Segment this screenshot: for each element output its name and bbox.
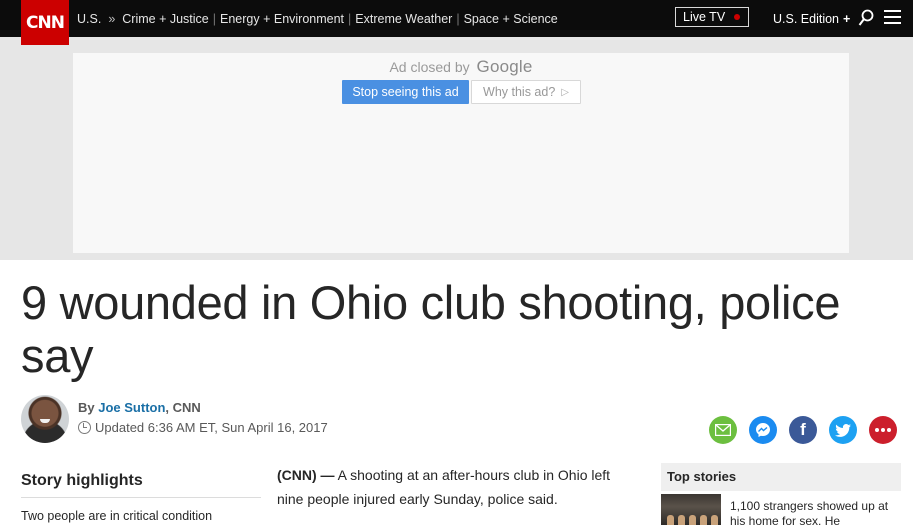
nav-link-energy-environment[interactable]: Energy + Environment: [220, 12, 344, 26]
body-source: (CNN) —: [277, 467, 335, 483]
live-tv-label: Live TV: [683, 10, 726, 24]
nav-link-crime-justice[interactable]: Crime + Justice: [122, 12, 208, 26]
nav-divider: |: [212, 11, 216, 26]
byline-outlet: , CNN: [165, 400, 201, 415]
share-messenger-icon[interactable]: [749, 416, 777, 444]
article-body: (CNN) — A shooting at an after-hours clu…: [277, 463, 637, 511]
top-nav: U.S. » Crime + Justice | Energy + Enviro…: [0, 0, 913, 37]
updated-text: Updated 6:36 AM ET, Sun April 16, 2017: [95, 420, 328, 435]
clock-icon: [78, 421, 91, 434]
updated-timestamp: Updated 6:36 AM ET, Sun April 16, 2017: [78, 420, 328, 435]
ad-closed-notice: Ad closed by Google: [73, 57, 849, 77]
nav-link-us[interactable]: U.S.: [77, 12, 101, 26]
ad-container: Ad closed by Google Stop seeing this ad …: [73, 53, 849, 253]
article-headline: 9 wounded in Ohio club shooting, police …: [21, 276, 841, 382]
search-icon[interactable]: [858, 9, 874, 27]
adchoices-icon: ▷: [561, 86, 569, 98]
why-this-ad-label: Why this ad?: [483, 85, 556, 99]
divider: [21, 497, 261, 498]
byline-prefix: By: [78, 400, 95, 415]
author-link[interactable]: Joe Sutton: [98, 400, 165, 415]
nav-divider: |: [348, 11, 352, 26]
breadcrumb: U.S. » Crime + Justice | Energy + Enviro…: [77, 0, 558, 37]
nav-link-extreme-weather[interactable]: Extreme Weather: [355, 12, 452, 26]
edition-plus: +: [843, 11, 851, 26]
share-email-icon[interactable]: [709, 416, 737, 444]
breadcrumb-arrow: »: [108, 11, 116, 26]
why-this-ad-button[interactable]: Why this ad? ▷: [471, 80, 581, 104]
top-stories-title: Top stories: [661, 463, 901, 491]
ad-closed-text: Ad closed by: [389, 59, 470, 75]
hamburger-menu-icon[interactable]: [884, 10, 901, 24]
ad-band: Ad closed by Google Stop seeing this ad …: [0, 37, 913, 260]
author-avatar[interactable]: [21, 395, 69, 443]
live-tv-button[interactable]: Live TV: [675, 7, 749, 27]
stop-seeing-ad-button[interactable]: Stop seeing this ad: [342, 80, 469, 104]
share-more-icon[interactable]: [869, 416, 897, 444]
nav-divider: |: [456, 11, 460, 26]
highlight-item: Two people are in critical condition: [21, 509, 213, 523]
share-facebook-icon[interactable]: f: [789, 416, 817, 444]
byline: By Joe Sutton, CNN: [78, 400, 201, 415]
top-story-thumbnail[interactable]: [661, 494, 721, 525]
google-logo: Google: [476, 57, 533, 76]
story-highlights-title: Story highlights: [21, 472, 143, 489]
cnn-logo[interactable]: CNN: [21, 0, 69, 45]
share-twitter-icon[interactable]: [829, 416, 857, 444]
live-indicator-icon: [734, 14, 740, 20]
nav-link-space-science[interactable]: Space + Science: [464, 12, 558, 26]
edition-label: U.S. Edition: [773, 11, 840, 26]
edition-selector[interactable]: U.S. Edition +: [773, 0, 850, 37]
